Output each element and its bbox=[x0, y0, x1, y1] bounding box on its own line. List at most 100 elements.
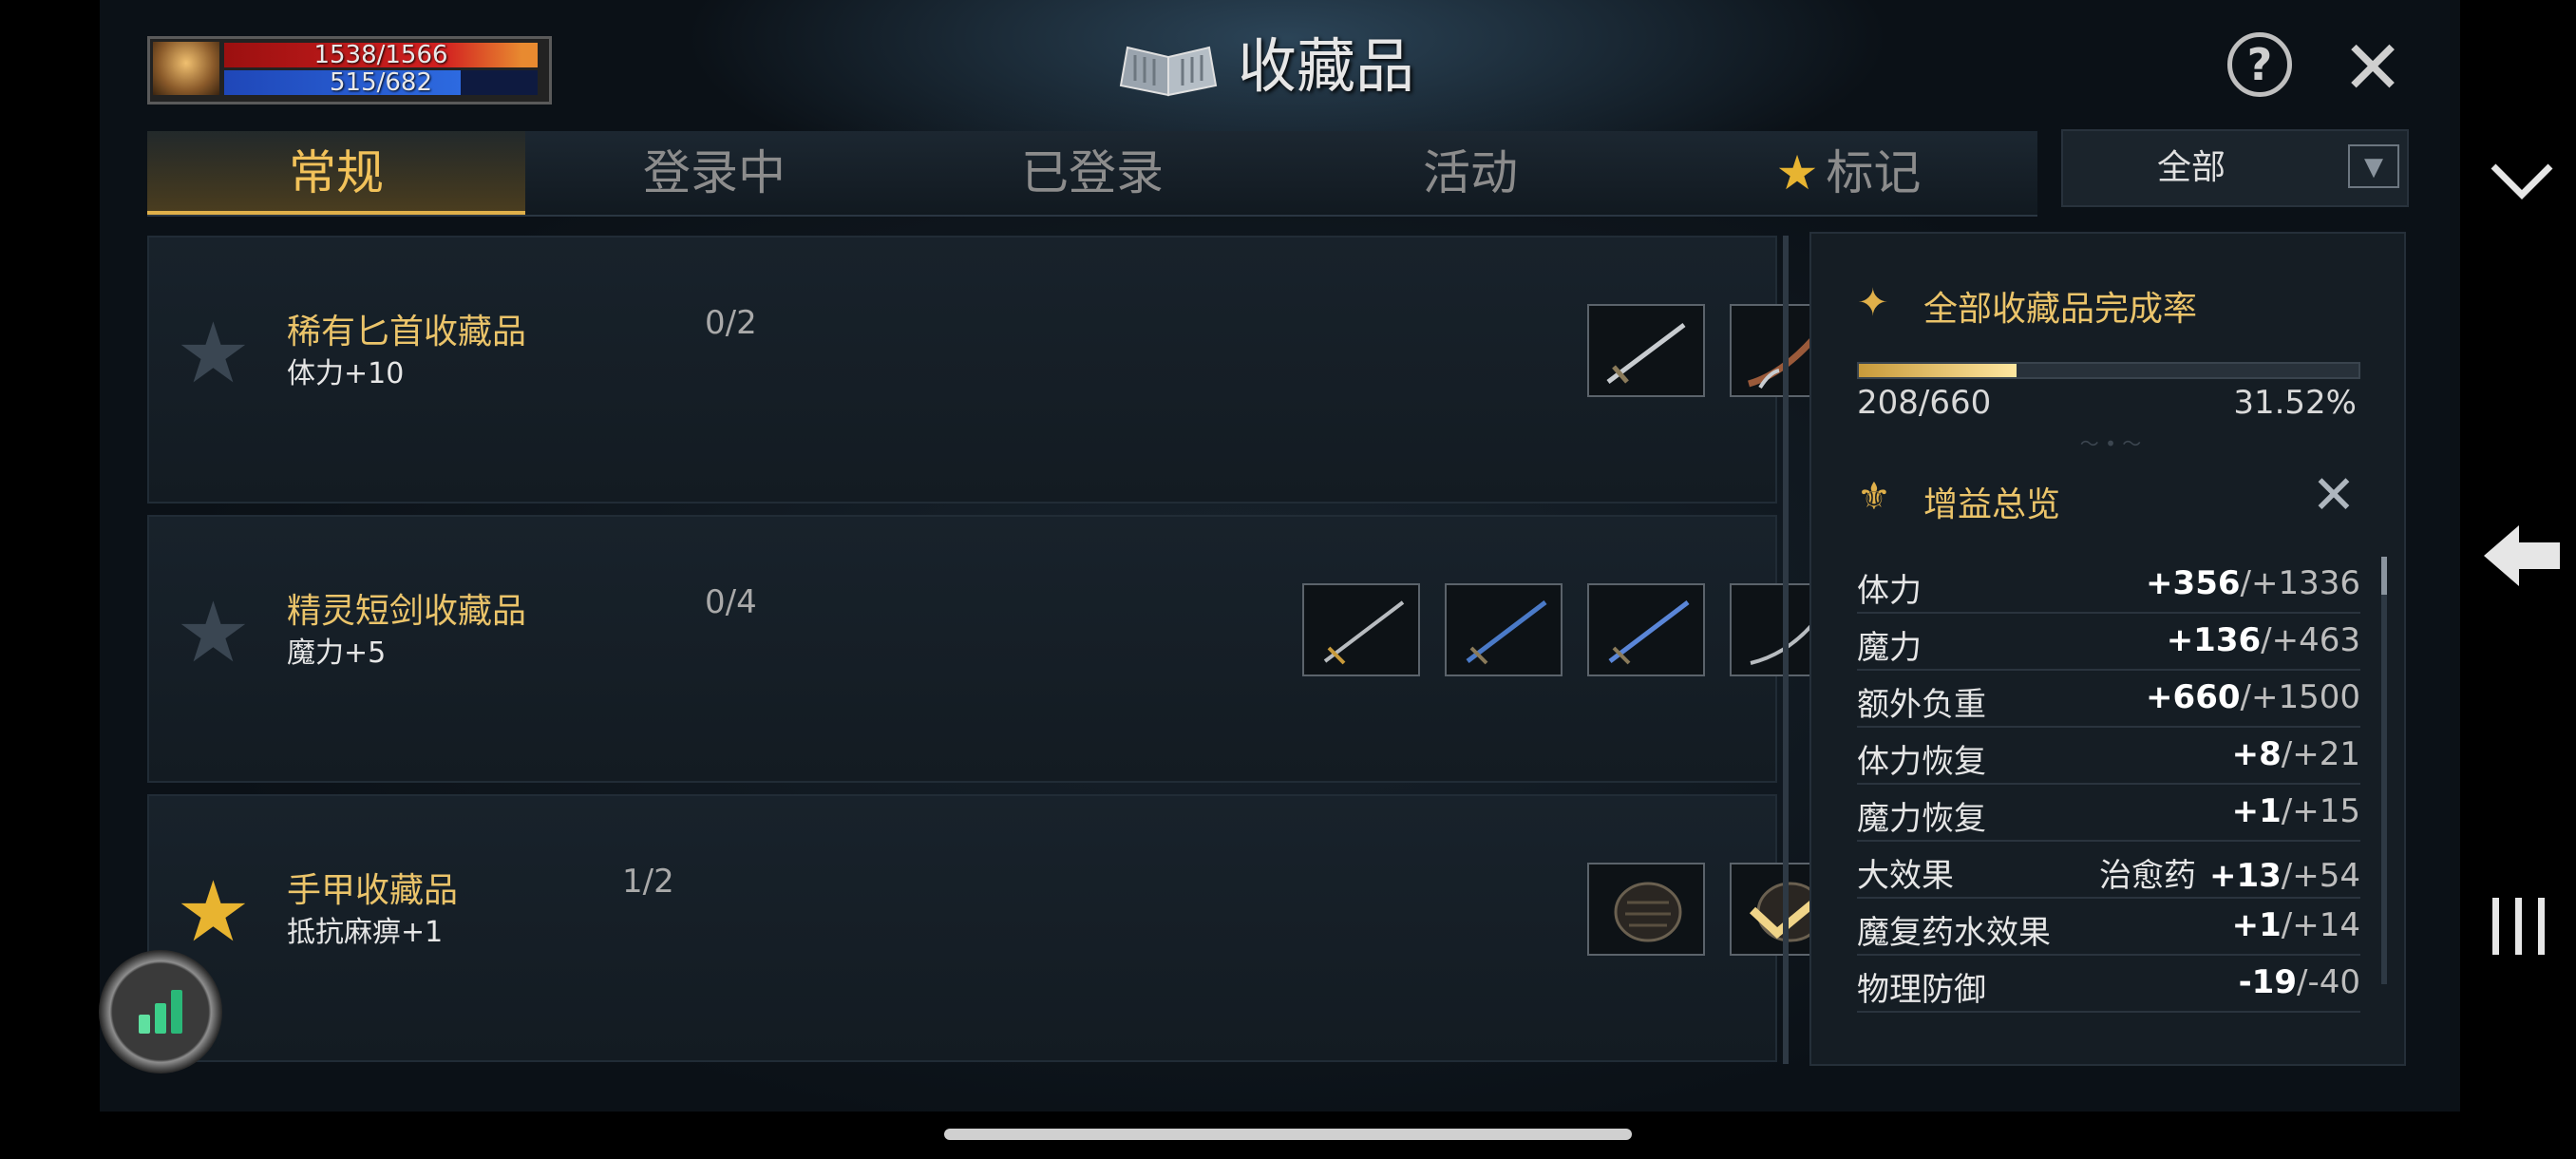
tab-registered[interactable]: 已登录 bbox=[903, 131, 1281, 215]
star-icon: ★ bbox=[1775, 145, 1819, 200]
tab-label: 登录中 bbox=[643, 145, 786, 200]
collection-bonus: 抵抗麻痹+1 bbox=[287, 916, 444, 949]
hp-text: 1538/1566 bbox=[313, 41, 448, 69]
buff-extra: 治愈药 bbox=[2098, 857, 2196, 895]
question-circle-icon: ? bbox=[2246, 39, 2273, 90]
buff-row: 魔力恢复 +1/+15 bbox=[1857, 785, 2360, 842]
list-scrollbar[interactable] bbox=[1783, 236, 1789, 1064]
chevron-down-icon[interactable] bbox=[2484, 152, 2560, 209]
completion-title: 全部收藏品完成率 bbox=[1923, 290, 2198, 329]
buff-value: -19/-40 bbox=[2238, 963, 2360, 1001]
buff-value: +8/+21 bbox=[2231, 735, 2360, 773]
back-arrow-icon[interactable] bbox=[2479, 518, 2565, 594]
filter-label: 全部 bbox=[2156, 148, 2226, 187]
mp-text: 515/682 bbox=[329, 68, 432, 97]
item-slot[interactable] bbox=[1445, 583, 1563, 676]
collection-count: 0/4 bbox=[705, 583, 757, 621]
hp-bar: 1538/1566 bbox=[224, 43, 538, 67]
close-x-icon: ✕ bbox=[2311, 465, 2357, 526]
buff-row: 体力恢复 +8/+21 bbox=[1857, 728, 2360, 785]
side-panel: ✦ 全部收藏品完成率 208/660 31.52% 〜 • 〜 ⚜ 增益总览 ✕… bbox=[1809, 232, 2406, 1066]
tab-label: 已登录 bbox=[1021, 145, 1164, 200]
star-icon[interactable]: ★ bbox=[176, 591, 251, 674]
avatar[interactable] bbox=[153, 42, 219, 95]
scrollbar-thumb[interactable] bbox=[2381, 557, 2387, 595]
completion-progress-bar bbox=[1857, 362, 2360, 379]
sparkle-icon: ✦ bbox=[1857, 281, 1889, 325]
collection-count: 0/2 bbox=[705, 304, 757, 342]
completion-percent: 31.52% bbox=[2233, 384, 2357, 422]
buff-overview-title: 增益总览 bbox=[1923, 485, 2061, 524]
player-status[interactable]: 1538/1566 515/682 bbox=[147, 36, 552, 104]
buff-name: 魔力恢复 bbox=[1857, 800, 1986, 838]
buff-name: 额外负重 bbox=[1857, 686, 1986, 724]
buff-row: 额外负重 +660/+1500 bbox=[1857, 671, 2360, 728]
buff-close-button[interactable]: ✕ bbox=[2305, 467, 2362, 524]
tab-normal[interactable]: 常规 bbox=[147, 131, 525, 215]
collection-name: 稀有匕首收藏品 bbox=[287, 313, 527, 352]
buff-value: 治愈药 +13/+54 bbox=[2098, 857, 2360, 895]
recents-icon[interactable] bbox=[2487, 888, 2553, 964]
item-slot[interactable] bbox=[1587, 304, 1705, 397]
short-sword-icon bbox=[1323, 600, 1405, 665]
item-slot[interactable] bbox=[1587, 583, 1705, 676]
buff-row: 体力 +356/+1336 bbox=[1857, 557, 2360, 614]
buff-name: 体力恢复 bbox=[1857, 743, 1986, 781]
item-slot[interactable] bbox=[1587, 863, 1705, 956]
help-button[interactable]: ? bbox=[2227, 32, 2292, 97]
buff-row: 大效果 治愈药 +13/+54 bbox=[1857, 842, 2360, 899]
tab-label: 标记 bbox=[1826, 145, 1922, 200]
blue-short-sword-icon bbox=[1608, 600, 1690, 665]
collection-row[interactable]: ★ 精灵短剑收藏品 0/4 魔力+5 bbox=[147, 515, 1847, 783]
tab-label: 常规 bbox=[289, 145, 384, 200]
collection-list[interactable]: ★ 稀有匕首收藏品 0/2 体力+10 ★ 精灵短剑收藏品 0/4 魔力+5 ★… bbox=[147, 236, 1906, 1064]
collection-bonus: 魔力+5 bbox=[287, 636, 387, 670]
open-book-icon bbox=[1119, 46, 1218, 97]
buff-value: +1/+14 bbox=[2231, 906, 2360, 944]
game-screen: 1538/1566 515/682 收藏品 ? ✕ 常规 登录中 已登录 活动 … bbox=[100, 0, 2460, 1112]
gauntlet-icon bbox=[1614, 882, 1682, 942]
divider-ornament: 〜 • 〜 bbox=[2079, 432, 2142, 455]
collection-count: 1/2 bbox=[622, 863, 674, 901]
buff-value: +1/+15 bbox=[2231, 792, 2360, 830]
buff-name: 魔复药水效果 bbox=[1857, 914, 2051, 952]
dropdown-arrow-icon[interactable]: ▼ bbox=[2348, 144, 2399, 188]
tab-bar: 常规 登录中 已登录 活动 ★ 标记 bbox=[147, 131, 2037, 217]
dagger-icon bbox=[1606, 323, 1686, 384]
item-slot[interactable] bbox=[1302, 583, 1420, 676]
buff-value: +356/+1336 bbox=[2146, 564, 2360, 602]
tab-marked[interactable]: ★ 标记 bbox=[1659, 131, 2037, 215]
buff-value: +660/+1500 bbox=[2146, 678, 2360, 716]
star-icon[interactable]: ★ bbox=[176, 870, 251, 954]
completion-progress-fill bbox=[1859, 364, 2017, 377]
collection-name: 精灵短剑收藏品 bbox=[287, 592, 527, 631]
collection-bonus: 体力+10 bbox=[287, 357, 405, 390]
buff-name: 体力 bbox=[1857, 572, 1922, 610]
fleur-icon: ⚜ bbox=[1857, 475, 1891, 519]
tab-event[interactable]: 活动 bbox=[1281, 131, 1659, 215]
signal-bars-icon bbox=[139, 990, 182, 1034]
floating-stats-button[interactable] bbox=[99, 950, 222, 1074]
mp-bar: 515/682 bbox=[224, 70, 538, 95]
buff-name: 大效果 bbox=[1857, 857, 1954, 895]
blue-short-sword-icon bbox=[1466, 600, 1547, 665]
home-indicator[interactable] bbox=[944, 1129, 1632, 1140]
collection-row[interactable]: ★ 稀有匕首收藏品 0/2 体力+10 bbox=[147, 236, 1847, 504]
page-header: 收藏品 bbox=[1116, 28, 1496, 104]
collection-row[interactable]: ★ 手甲收藏品 1/2 抵抗麻痹+1 bbox=[147, 794, 1847, 1062]
buff-name: 物理防御 bbox=[1857, 971, 1986, 1009]
buff-scrollbar[interactable] bbox=[2381, 557, 2387, 984]
star-icon[interactable]: ★ bbox=[176, 312, 251, 395]
filter-dropdown[interactable]: 全部 ▼ bbox=[2061, 129, 2409, 207]
buff-row: 物理防御 -19/-40 bbox=[1857, 956, 2360, 1013]
tab-label: 活动 bbox=[1423, 145, 1518, 200]
completion-count: 208/660 bbox=[1857, 384, 1992, 422]
buff-value: +136/+463 bbox=[2166, 621, 2360, 659]
tab-registering[interactable]: 登录中 bbox=[525, 131, 903, 215]
collection-name: 手甲收藏品 bbox=[287, 871, 459, 910]
buff-name: 魔力 bbox=[1857, 629, 1922, 667]
close-button[interactable]: ✕ bbox=[2335, 30, 2411, 106]
close-x-icon: ✕ bbox=[2341, 26, 2404, 111]
page-title: 收藏品 bbox=[1238, 31, 1415, 101]
buff-row: 魔力 +136/+463 bbox=[1857, 614, 2360, 671]
